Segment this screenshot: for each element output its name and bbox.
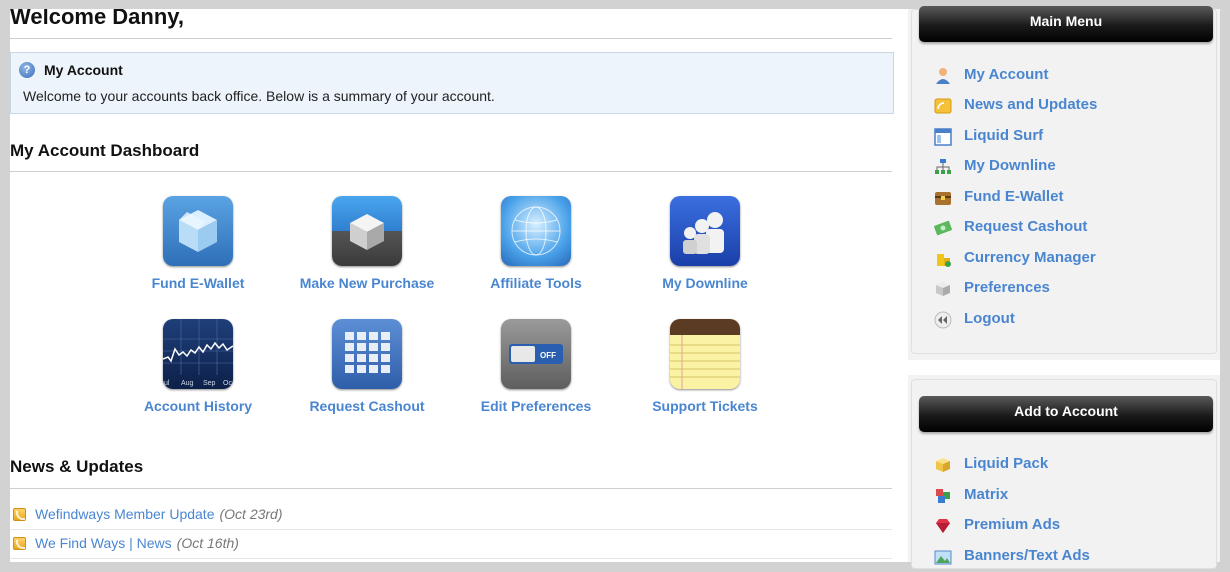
box-icon — [163, 196, 233, 266]
package-icon — [936, 458, 950, 472]
chart-month-label: Sep — [203, 380, 216, 387]
window-icon — [934, 128, 952, 146]
chest-icon — [935, 192, 951, 205]
tile-edit-preferences[interactable]: OFF Edit Preferences — [451, 319, 621, 414]
tile-account-history[interactable]: ul Aug Sep Oc Account History — [113, 319, 283, 414]
coins-icon — [937, 254, 951, 267]
main-menu-header: Main Menu — [919, 6, 1213, 42]
dashboard-title: My Account Dashboard — [10, 141, 200, 160]
tile-label: Affiliate Tools — [490, 275, 582, 291]
tile-label: Fund E-Wallet — [151, 275, 245, 291]
tile-label: Edit Preferences — [480, 398, 592, 414]
tile-label: Support Tickets — [652, 398, 758, 414]
user-icon — [936, 68, 950, 84]
news-link[interactable]: Wefindways Member Update (Oct 23rd) — [35, 506, 283, 522]
toggle-icon: OFF — [501, 319, 571, 389]
info-box-title: My Account — [44, 62, 123, 78]
tile-affiliate-tools[interactable]: Affiliate Tools — [451, 196, 621, 291]
divider — [10, 171, 892, 172]
news-link[interactable]: We Find Ways | News (Oct 16th) — [35, 535, 239, 551]
people-icon — [670, 196, 740, 266]
chart-month-label: ul — [164, 380, 170, 387]
tile-my-downline[interactable]: My Downline — [620, 196, 790, 291]
panel-gap — [908, 360, 1220, 375]
list-item: We Find Ways | News (Oct 16th) — [10, 529, 892, 559]
list-item: Wefindways Member Update (Oct 23rd) — [10, 500, 892, 530]
globe-icon — [501, 196, 571, 266]
news-date: (Oct 23rd) — [219, 506, 283, 522]
picture-icon — [934, 550, 952, 565]
chart-icon: ul Aug Sep Oc — [163, 319, 233, 389]
notepad-icon — [670, 319, 740, 389]
tile-label: Make New Purchase — [299, 275, 435, 291]
toggle-off-text: OFF — [540, 351, 556, 360]
tile-fund-e-wallet[interactable]: Fund E-Wallet — [113, 196, 283, 291]
welcome-heading: Welcome Danny, — [10, 9, 185, 29]
rss-icon — [13, 537, 26, 550]
tile-label: Request Cashout — [309, 398, 425, 414]
tile-label: Account History — [143, 398, 253, 414]
news-title: News & Updates — [10, 457, 144, 476]
tile-label: My Downline — [662, 275, 748, 291]
ruby-icon — [936, 519, 950, 533]
tile-request-cashout[interactable]: Request Cashout — [282, 319, 452, 414]
chart-month-label: Aug — [181, 380, 194, 387]
help-icon: ? — [19, 62, 35, 78]
box-icon — [936, 282, 950, 296]
news-date: (Oct 16th) — [176, 535, 239, 551]
tile-make-new-purchase[interactable]: Make New Purchase — [282, 196, 452, 291]
main-menu-panel — [911, 9, 1217, 354]
info-box: ? My Account Welcome to your accounts ba… — [10, 52, 894, 114]
calculator-icon — [332, 319, 402, 389]
rss-icon — [934, 98, 952, 114]
rewind-icon — [934, 311, 952, 329]
cube-icon — [332, 196, 402, 266]
rss-icon — [13, 508, 26, 521]
divider — [10, 488, 892, 489]
add-to-account-header: Add to Account — [919, 396, 1213, 432]
chart-month-label: Oc — [223, 380, 232, 387]
info-box-text: Welcome to your accounts back office. Be… — [23, 88, 495, 104]
right-sidebar: Main Menu My Account News and Updates Li… — [908, 6, 1220, 569]
blocks-icon — [936, 489, 950, 503]
divider — [10, 38, 892, 39]
money-icon — [934, 220, 952, 236]
sitemap-icon — [935, 159, 951, 174]
tile-support-tickets[interactable]: Support Tickets — [620, 319, 790, 414]
main-content: Welcome Danny, ? My Account Welcome to y… — [10, 9, 908, 562]
